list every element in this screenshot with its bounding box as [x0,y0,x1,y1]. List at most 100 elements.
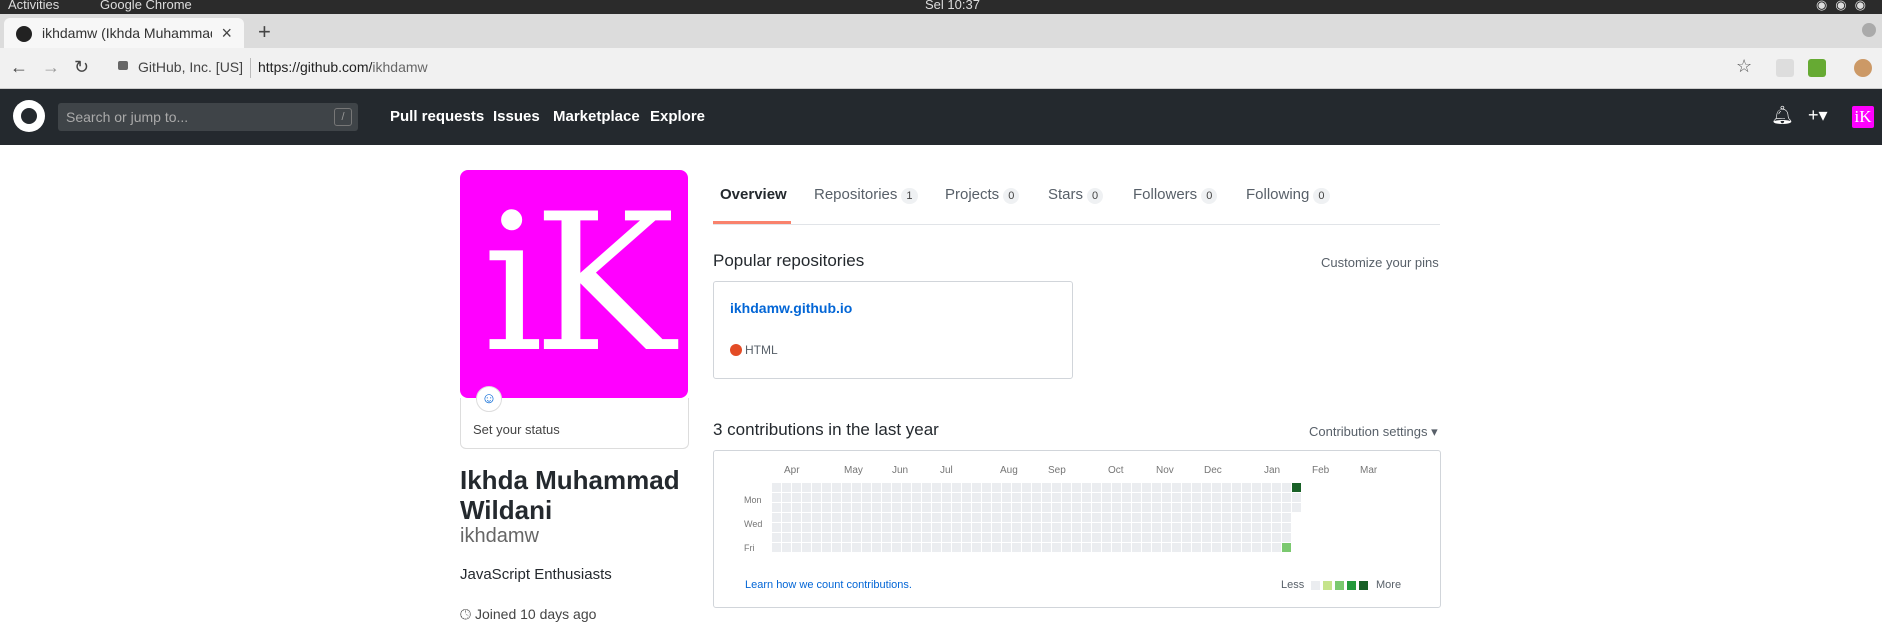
contribution-day[interactable] [1042,533,1051,542]
contribution-day[interactable] [1212,523,1221,532]
contribution-day[interactable] [1032,493,1041,502]
contribution-day[interactable] [1112,483,1121,492]
nav-pull-requests[interactable]: Pull requests [390,108,484,125]
contribution-day[interactable] [1042,543,1051,552]
app-menu[interactable]: Google Chrome [100,0,192,11]
contribution-day[interactable] [1102,493,1111,502]
new-tab-icon[interactable]: + [258,19,271,45]
contribution-day[interactable] [972,533,981,542]
contribution-day[interactable] [942,513,951,522]
back-icon[interactable]: ← [10,57,28,78]
contribution-day[interactable] [1092,533,1101,542]
contribution-day[interactable] [1172,543,1181,552]
contribution-day[interactable] [1082,543,1091,552]
contribution-day[interactable] [1172,493,1181,502]
contribution-day[interactable] [902,493,911,502]
contribution-day[interactable] [1222,493,1231,502]
contribution-day[interactable] [1172,483,1181,492]
contribution-day[interactable] [1192,513,1201,522]
contribution-day[interactable] [1272,533,1281,542]
contribution-day[interactable] [912,483,921,492]
contribution-day[interactable] [832,493,841,502]
contribution-day[interactable] [842,493,851,502]
contribution-day[interactable] [982,483,991,492]
contribution-day[interactable] [1202,523,1211,532]
contribution-day[interactable] [982,503,991,512]
contribution-day[interactable] [812,483,821,492]
contribution-day[interactable] [1032,483,1041,492]
contribution-day[interactable] [792,533,801,542]
contribution-day[interactable] [962,483,971,492]
contribution-day[interactable] [1282,523,1291,532]
contribution-day[interactable] [1022,483,1031,492]
contribution-day[interactable] [1212,493,1221,502]
contribution-day[interactable] [1252,543,1261,552]
contribution-day[interactable] [1192,523,1201,532]
contribution-day[interactable] [1282,483,1291,492]
contribution-day[interactable] [1122,533,1131,542]
contribution-day[interactable] [902,513,911,522]
contribution-day[interactable] [1062,493,1071,502]
contribution-day[interactable] [982,493,991,502]
contribution-day[interactable] [1252,493,1261,502]
contribution-day[interactable] [1152,513,1161,522]
contribution-day[interactable] [892,543,901,552]
contribution-day[interactable] [1052,533,1061,542]
contribution-day[interactable] [1222,513,1231,522]
contribution-day[interactable] [1182,523,1191,532]
contribution-day[interactable] [862,493,871,502]
contribution-day[interactable] [1032,513,1041,522]
contribution-day[interactable] [1292,483,1301,492]
contribution-day[interactable] [1272,493,1281,502]
contribution-day[interactable] [1062,543,1071,552]
contribution-day[interactable] [1182,533,1191,542]
contribution-day[interactable] [972,543,981,552]
contribution-day[interactable] [1202,543,1211,552]
contribution-day[interactable] [942,533,951,542]
contribution-day[interactable] [1022,533,1031,542]
contribution-day[interactable] [952,533,961,542]
contribution-day[interactable] [1232,503,1241,512]
contribution-day[interactable] [1012,523,1021,532]
github-logo-icon[interactable] [13,100,45,132]
profile-avatar-icon[interactable] [1854,59,1872,77]
contribution-day[interactable] [992,493,1001,502]
contribution-day[interactable] [1102,503,1111,512]
contribution-day[interactable] [772,483,781,492]
contribution-day[interactable] [852,543,861,552]
contribution-day[interactable] [932,493,941,502]
contribution-day[interactable] [982,523,991,532]
contribution-day[interactable] [1172,513,1181,522]
contribution-day[interactable] [1062,523,1071,532]
contribution-day[interactable] [1242,503,1251,512]
contribution-day[interactable] [1002,543,1011,552]
contribution-day[interactable] [872,523,881,532]
contribution-day[interactable] [1222,533,1231,542]
contribution-day[interactable] [1242,513,1251,522]
tab-projects[interactable]: Projects 0 [945,186,1020,204]
contribution-day[interactable] [1052,503,1061,512]
contribution-day[interactable] [812,533,821,542]
contribution-day[interactable] [1162,543,1171,552]
contribution-day[interactable] [802,503,811,512]
contribution-day[interactable] [912,513,921,522]
contribution-day[interactable] [1182,543,1191,552]
nav-explore[interactable]: Explore [650,108,705,125]
contribution-day[interactable] [1212,483,1221,492]
contribution-day[interactable] [792,503,801,512]
contribution-day[interactable] [872,493,881,502]
contribution-day[interactable] [1022,513,1031,522]
contribution-day[interactable] [842,483,851,492]
contribution-day[interactable] [1222,523,1231,532]
contribution-day[interactable] [1182,503,1191,512]
contribution-day[interactable] [1232,533,1241,542]
contribution-day[interactable] [992,483,1001,492]
contribution-day[interactable] [1162,493,1171,502]
contribution-day[interactable] [1062,483,1071,492]
contribution-day[interactable] [1132,483,1141,492]
contribution-day[interactable] [772,513,781,522]
contribution-day[interactable] [832,533,841,542]
user-avatar-menu[interactable]: iK [1852,106,1874,128]
contribution-day[interactable] [972,503,981,512]
contribution-day[interactable] [802,543,811,552]
